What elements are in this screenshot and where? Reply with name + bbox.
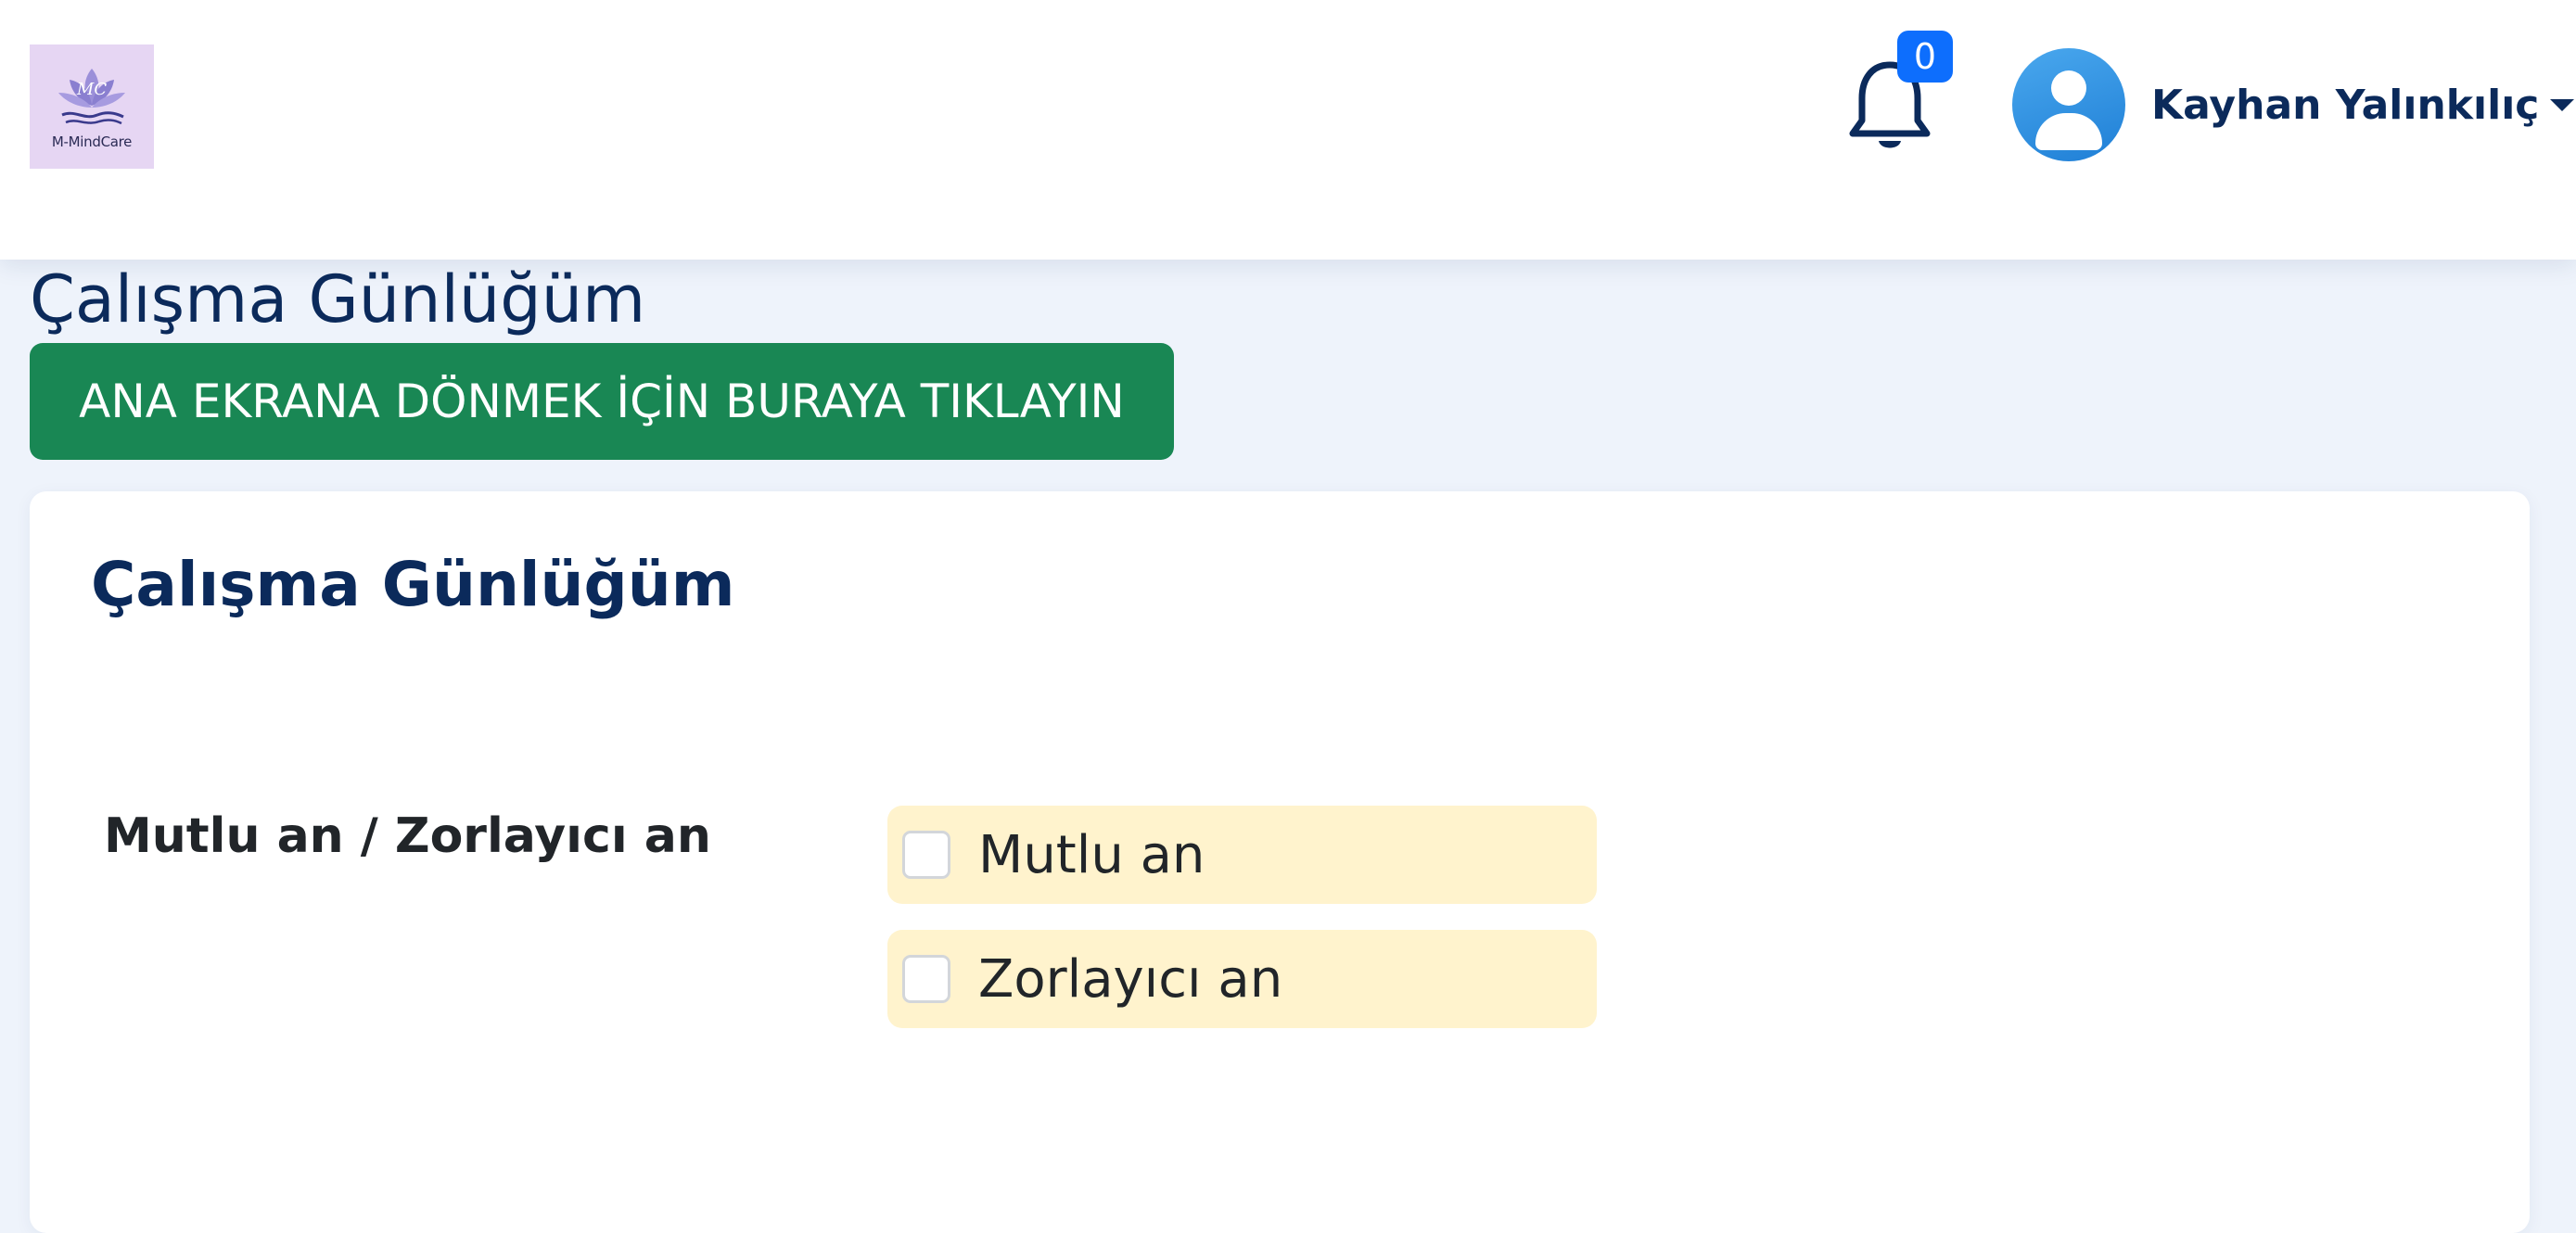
- user-name: Kayhan Yalınkılıç: [2151, 81, 2540, 129]
- challenging-moment-checkbox[interactable]: [902, 955, 950, 1003]
- happy-moment-checkbox[interactable]: [902, 831, 950, 879]
- user-avatar-icon: [2012, 48, 2125, 161]
- top-navbar: MC M-MindCare 0 Kayhan Yalınkılıç: [0, 0, 2576, 260]
- caret-down-icon: [2550, 98, 2575, 111]
- back-to-home-button[interactable]: ANA EKRANA DÖNMEK İÇİN BURAYA TIKLAYIN: [30, 343, 1174, 460]
- option-happy-moment[interactable]: Mutlu an: [887, 806, 1597, 904]
- notification-count-badge: 0: [1897, 31, 1953, 83]
- card-title: Çalışma Günlüğüm: [91, 549, 735, 620]
- diary-card: Çalışma Günlüğüm Mutlu an / Zorlayıcı an…: [30, 491, 2530, 1233]
- lotus-logo-icon: MC: [58, 69, 125, 125]
- option-label: Mutlu an: [978, 824, 1205, 885]
- app-logo[interactable]: MC M-MindCare: [30, 44, 154, 169]
- svg-text:MC: MC: [76, 80, 107, 99]
- moment-type-label: Mutlu an / Zorlayıcı an: [104, 808, 711, 864]
- user-menu[interactable]: Kayhan Yalınkılıç: [2012, 48, 2575, 161]
- logo-text: M-MindCare: [51, 133, 133, 150]
- page-title: Çalışma Günlüğüm: [30, 261, 646, 337]
- option-label: Zorlayıcı an: [978, 948, 1283, 1010]
- option-challenging-moment[interactable]: Zorlayıcı an: [887, 930, 1597, 1028]
